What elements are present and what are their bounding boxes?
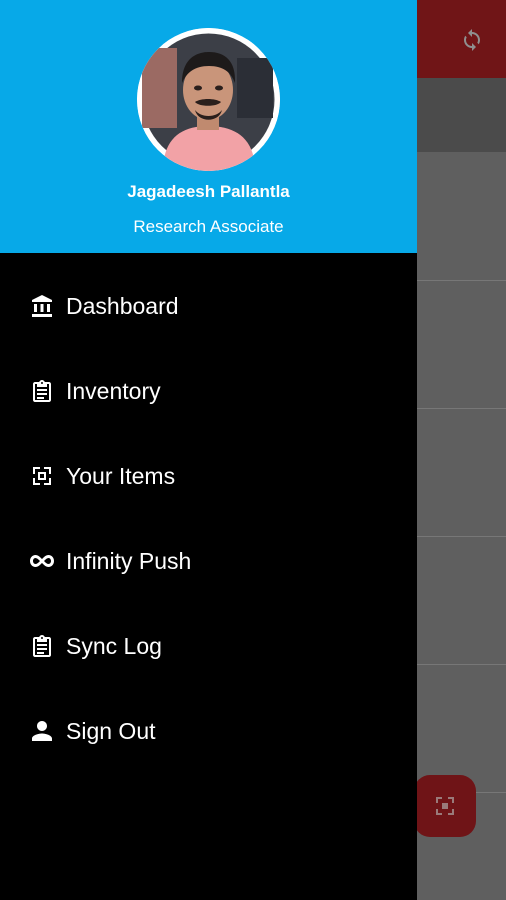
user-role: Research Associate — [133, 217, 284, 236]
menu-label: Dashboard — [66, 292, 179, 319]
menu-label: Your Items — [66, 462, 176, 489]
drawer-menu: Dashboard Inventory Your Items Infinity … — [0, 263, 417, 773]
bank-icon — [29, 293, 55, 319]
menu-item-infinity-push[interactable]: Infinity Push — [0, 518, 417, 603]
menu-item-dashboard[interactable]: Dashboard — [0, 263, 417, 348]
menu-item-sync-log[interactable]: Sync Log — [0, 603, 417, 688]
sync-icon[interactable] — [460, 28, 484, 52]
menu-label: Sign Out — [66, 717, 156, 744]
avatar[interactable] — [137, 28, 280, 171]
user-name: Jagadeesh Pallantla — [127, 182, 290, 201]
menu-label: Infinity Push — [66, 547, 192, 574]
menu-item-your-items[interactable]: Your Items — [0, 433, 417, 518]
scan-icon — [29, 463, 55, 489]
menu-item-inventory[interactable]: Inventory — [0, 348, 417, 433]
clipboard-icon — [29, 378, 55, 404]
menu-label: Sync Log — [66, 632, 162, 659]
menu-label: Inventory — [66, 377, 161, 404]
drawer-header: Jagadeesh Pallantla Research Associate — [0, 0, 417, 253]
person-icon — [29, 718, 55, 744]
infinity-icon — [29, 548, 55, 574]
menu-item-sign-out[interactable]: Sign Out — [0, 688, 417, 773]
scan-fab[interactable] — [414, 775, 476, 837]
clipboard-icon — [29, 633, 55, 659]
navigation-drawer: Jagadeesh Pallantla Research Associate D… — [0, 0, 417, 900]
scan-icon — [436, 797, 454, 815]
